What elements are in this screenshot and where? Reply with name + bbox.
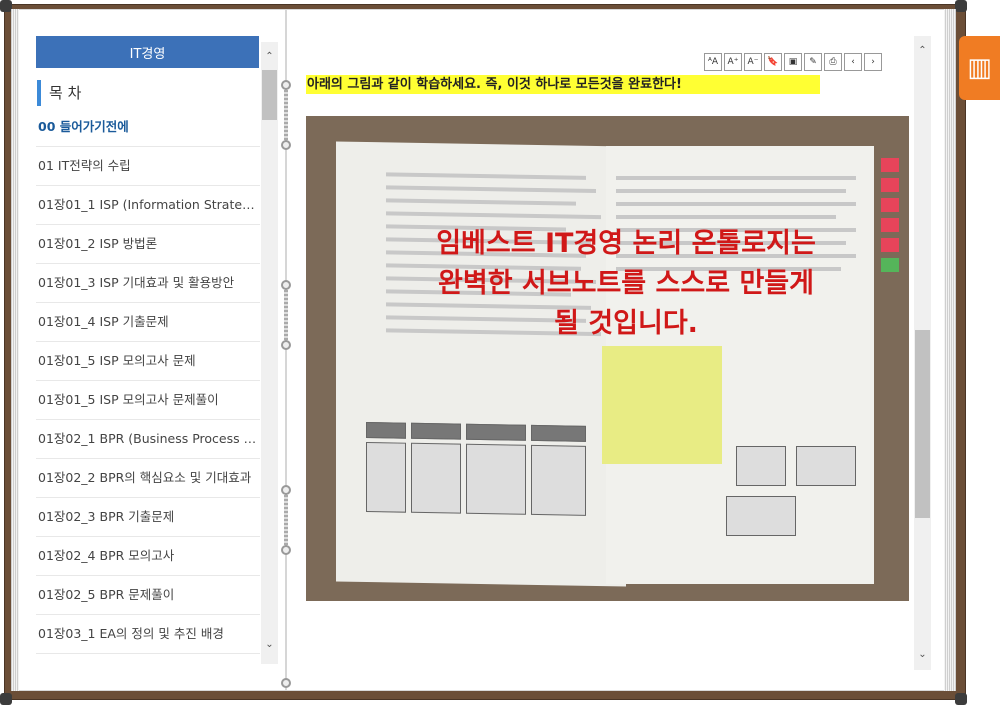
textbook-photo: 임베스트 IT경영 논리 온톨로지는 완벽한 서브노트를 스스로 만들게 될 것… [306, 116, 909, 601]
photo-overlay-text: 임베스트 IT경영 논리 온톨로지는 완벽한 서브노트를 스스로 만들게 될 것… [366, 224, 886, 344]
library-books-icon[interactable]: ▥ [959, 36, 1000, 100]
spine-ring [281, 545, 291, 555]
print-icon[interactable]: ⎙ [824, 53, 842, 71]
spine-ring [284, 495, 288, 545]
toc-item[interactable]: 01장01_3 ISP 기대효과 및 활용방안 [36, 264, 260, 303]
sidebar-scrollbar[interactable] [261, 42, 278, 664]
toc-item[interactable]: 01장01_5 ISP 모의고사 문제 [36, 342, 260, 381]
toc-item[interactable]: 00 들어가기전에 [36, 108, 260, 147]
toc-item[interactable]: 01장01_5 ISP 모의고사 문제풀이 [36, 381, 260, 420]
book-tab [881, 178, 899, 192]
spine-ring [284, 90, 288, 140]
sidebar-scrollbar-thumb[interactable] [262, 70, 277, 120]
sidebar-header: IT경영 [36, 36, 259, 68]
frame-corner [955, 693, 967, 705]
spine-ring [281, 678, 291, 688]
page-edges [11, 9, 19, 691]
prev-page-icon[interactable]: ‹ [844, 53, 862, 71]
instruction-text: 아래의 그림과 같이 학습하세요. 즉, 이것 하나로 모든것을 완료한다! [306, 75, 820, 94]
overlay-line: 임베스트 IT경영 논리 온톨로지는 [436, 228, 816, 259]
sticky-note [602, 346, 722, 464]
spine-ring [281, 280, 291, 290]
memo-icon[interactable]: ✎ [804, 53, 822, 71]
book-tab [881, 158, 899, 172]
toc-item[interactable]: 01장01_2 ISP 방법론 [36, 225, 260, 264]
font-smaller-icon[interactable]: A⁻ [744, 53, 762, 71]
scroll-down-icon[interactable]: ⌄ [261, 636, 278, 653]
toc-item[interactable]: 01장02_4 BPR 모의고사 [36, 537, 260, 576]
frame-corner [955, 0, 967, 12]
book-left-page [336, 141, 626, 587]
spine-ring [281, 140, 291, 150]
scroll-up-icon[interactable]: ⌃ [914, 42, 931, 59]
spine-ring [281, 340, 291, 350]
next-page-icon[interactable]: › [864, 53, 882, 71]
frame-corner [0, 693, 12, 705]
toc-item[interactable]: 01장02_5 BPR 문제풀이 [36, 576, 260, 615]
page-edges [944, 9, 956, 691]
overlay-line: 완벽한 서브노트를 스스로 만들게 [438, 268, 814, 299]
scroll-down-icon[interactable]: ⌄ [914, 646, 931, 663]
font-medium-icon[interactable]: A⁺ [724, 53, 742, 71]
toc-item[interactable]: 01장01_4 ISP 기출문제 [36, 303, 260, 342]
toc-item[interactable]: 01장02_2 BPR의 핵심요소 및 기대효과 [36, 459, 260, 498]
toc-item[interactable]: 01장01_1 ISP (Information Strategic Pla..… [36, 186, 260, 225]
spine-ring [284, 290, 288, 340]
toc-item[interactable]: 01 IT전략의 수립 [36, 147, 260, 186]
toc-item[interactable]: 01장03_1 EA의 정의 및 추진 배경 [36, 615, 260, 654]
toc-list: 00 들어가기전에 01 IT전략의 수립 01장01_1 ISP (Informa… [36, 108, 260, 665]
content-scrollbar-thumb[interactable] [915, 330, 930, 518]
toc-title: 목 차 [37, 80, 259, 106]
viewer-toolbar: ᴬA A⁺ A⁻ 🔖 ▣ ✎ ⎙ ‹ › [704, 53, 882, 71]
toc-item[interactable]: 01장02_3 BPR 기출문제 [36, 498, 260, 537]
overlay-line: 될 것입니다. [554, 308, 698, 339]
toc-item[interactable]: 01장02_1 BPR (Business Process Reeng... [36, 420, 260, 459]
font-larger-icon[interactable]: ᴬA [704, 53, 722, 71]
bookmark-icon[interactable]: 🔖 [764, 53, 782, 71]
spine-ring [281, 80, 291, 90]
scroll-up-icon[interactable]: ⌃ [261, 48, 278, 65]
book-tab [881, 198, 899, 212]
bookmark-list-icon[interactable]: ▣ [784, 53, 802, 71]
spine-ring [281, 485, 291, 495]
toc-item[interactable]: 01장03_2 EA 프레임워크 및 ... [36, 654, 260, 665]
